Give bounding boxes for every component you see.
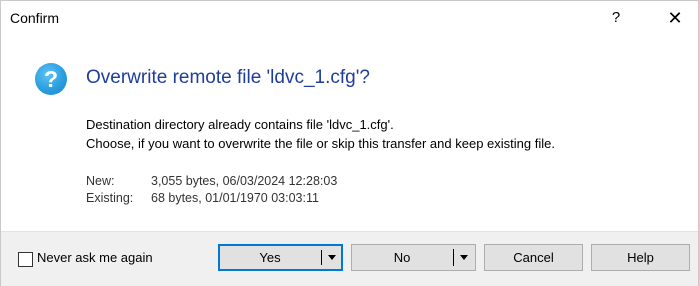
no-dropdown-arrow-icon[interactable] [458,245,470,270]
help-button-label[interactable]: Help [592,245,689,270]
checkbox-box[interactable] [18,252,33,267]
yes-dropdown-arrow-icon[interactable] [326,246,338,269]
dialog-heading: Overwrite remote file 'ldvc_1.cfg'? [86,67,370,88]
window-title: Confirm [10,10,60,26]
cancel-button[interactable]: Cancel [484,244,583,271]
title-bar: Confirm ? ✕ [1,1,698,35]
yes-split-button[interactable]: Yes [218,244,343,271]
button-bar: Never ask me again Yes No Cancel Help [1,231,698,286]
confirm-dialog: Confirm ? ✕ ? Overwrite remote file 'ldv… [0,0,699,286]
yes-button-label[interactable]: Yes [220,246,320,269]
message-line-1: Destination directory already contains f… [86,117,394,132]
no-split-button[interactable]: No [351,244,476,271]
new-label: New: [86,174,115,188]
cancel-button-label[interactable]: Cancel [485,245,582,270]
question-icon: ? [35,63,67,95]
split-divider [321,250,322,265]
existing-value: 68 bytes, 01/01/1970 03:03:11 [151,191,319,205]
help-icon[interactable]: ? [606,7,626,29]
split-divider [453,249,454,266]
help-button[interactable]: Help [591,244,690,271]
message-line-2: Choose, if you want to overwrite the fil… [86,136,555,151]
no-button-label[interactable]: No [352,245,452,270]
close-icon[interactable]: ✕ [664,7,686,29]
never-ask-label[interactable]: Never ask me again [37,250,153,265]
new-value: 3,055 bytes, 06/03/2024 12:28:03 [151,174,338,188]
existing-label: Existing: [86,191,134,205]
